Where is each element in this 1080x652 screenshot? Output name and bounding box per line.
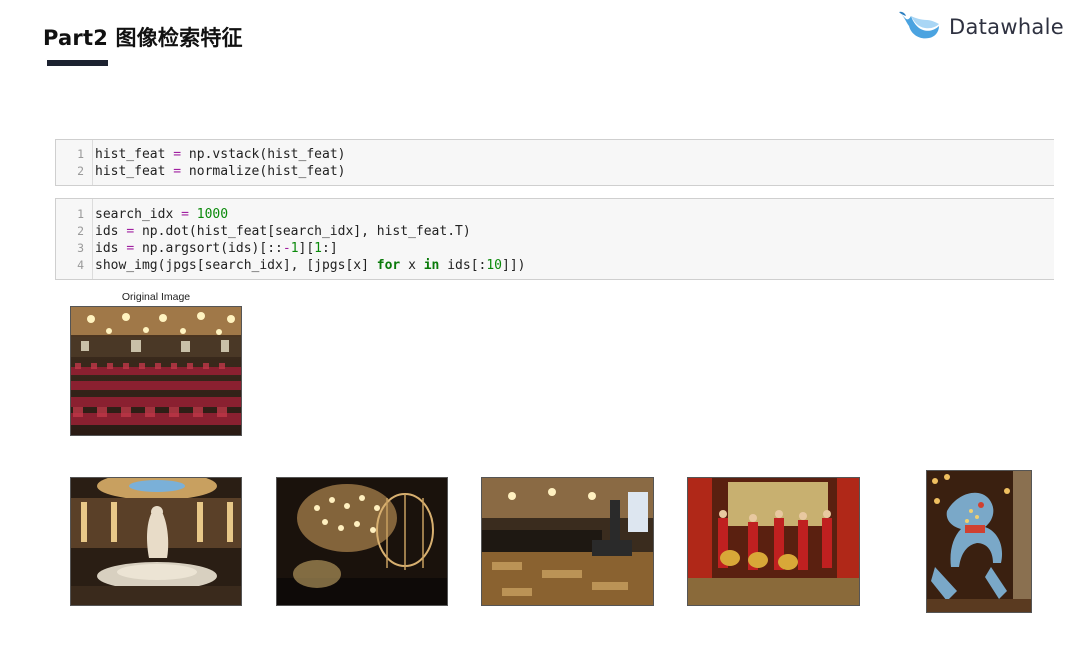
code-token: 10 (486, 258, 503, 273)
code-token: 1 (314, 241, 322, 256)
line-number: 1 (77, 147, 84, 161)
code-token: ids[: (439, 258, 487, 273)
code-line[interactable]: 4 show_img(jpgs[search_idx], [jpgs[x] for… (56, 257, 1054, 274)
code-token: search_idx (95, 207, 182, 222)
code-cell-2: 1 search_idx = 1000 2 ids = np.dot(hist_fea… (55, 198, 1054, 280)
line-number: 2 (77, 224, 84, 238)
code-token: hist_feat (95, 164, 174, 179)
code-token: show_img(jpgs[search_idx], [jpgs[x] (95, 258, 377, 273)
original-image (70, 306, 242, 436)
code-token: = (173, 164, 182, 179)
whale-icon (899, 11, 939, 39)
line-number: 2 (77, 164, 84, 178)
code-token: 1000 (196, 207, 229, 222)
code-token: - (282, 241, 291, 256)
code-token: normalize(hist_feat) (181, 164, 346, 179)
code-token: np.vstack(hist_feat) (181, 147, 346, 162)
code-line[interactable]: 1 search_idx = 1000 (56, 206, 1054, 223)
code-token: = (126, 224, 135, 239)
code-token: in (423, 258, 440, 273)
code-token: 1 (290, 241, 299, 256)
code-token: ]]) (502, 258, 526, 273)
title-underline (47, 60, 108, 66)
result-image-5 (926, 470, 1032, 613)
brand-name: Datawhale (949, 15, 1064, 39)
slide-title: Part2 图像检索特征 (43, 26, 243, 50)
code-text: ids = np.argsort(ids)[::-1][1:] (95, 240, 338, 257)
code-cell-1: 1 hist_feat = np.vstack(hist_feat) 2 hist_f… (55, 139, 1054, 186)
code-token: = (126, 241, 135, 256)
code-text: hist_feat = np.vstack(hist_feat) (95, 146, 345, 163)
code-token: :] (322, 241, 338, 256)
original-image-label: Original Image (121, 291, 191, 303)
code-line[interactable]: 2 ids = np.dot(hist_feat[search_idx], his… (56, 223, 1054, 240)
line-number: 1 (77, 207, 84, 221)
code-token: ][ (298, 241, 315, 256)
result-image-3 (481, 477, 654, 606)
code-token: x (400, 258, 424, 273)
result-image-1 (70, 477, 242, 606)
code-text: search_idx = 1000 (95, 206, 228, 223)
code-text: ids = np.dot(hist_feat[search_idx], hist… (95, 223, 471, 240)
code-token: = (181, 207, 189, 222)
line-number: 3 (77, 241, 84, 255)
code-token: for (376, 258, 401, 273)
code-line[interactable]: 1 hist_feat = np.vstack(hist_feat) (56, 146, 1054, 163)
code-token: np.argsort(ids)[:: (134, 241, 283, 256)
line-number: 4 (77, 258, 84, 272)
result-image-2 (276, 477, 448, 606)
code-token: ids (95, 241, 127, 256)
code-text: hist_feat = normalize(hist_feat) (95, 163, 345, 180)
code-token: np.dot(hist_feat[search_idx], hist_feat.… (134, 224, 471, 239)
code-token: ids (95, 224, 127, 239)
code-token: hist_feat (95, 147, 174, 162)
code-text: show_img(jpgs[search_idx], [jpgs[x] for … (95, 257, 526, 274)
code-line[interactable]: 3 ids = np.argsort(ids)[::-1][1:] (56, 240, 1054, 257)
result-image-4 (687, 477, 860, 606)
brand-logo: Datawhale (897, 8, 1069, 48)
code-token: = (173, 147, 182, 162)
code-line[interactable]: 2 hist_feat = normalize(hist_feat) (56, 163, 1054, 180)
